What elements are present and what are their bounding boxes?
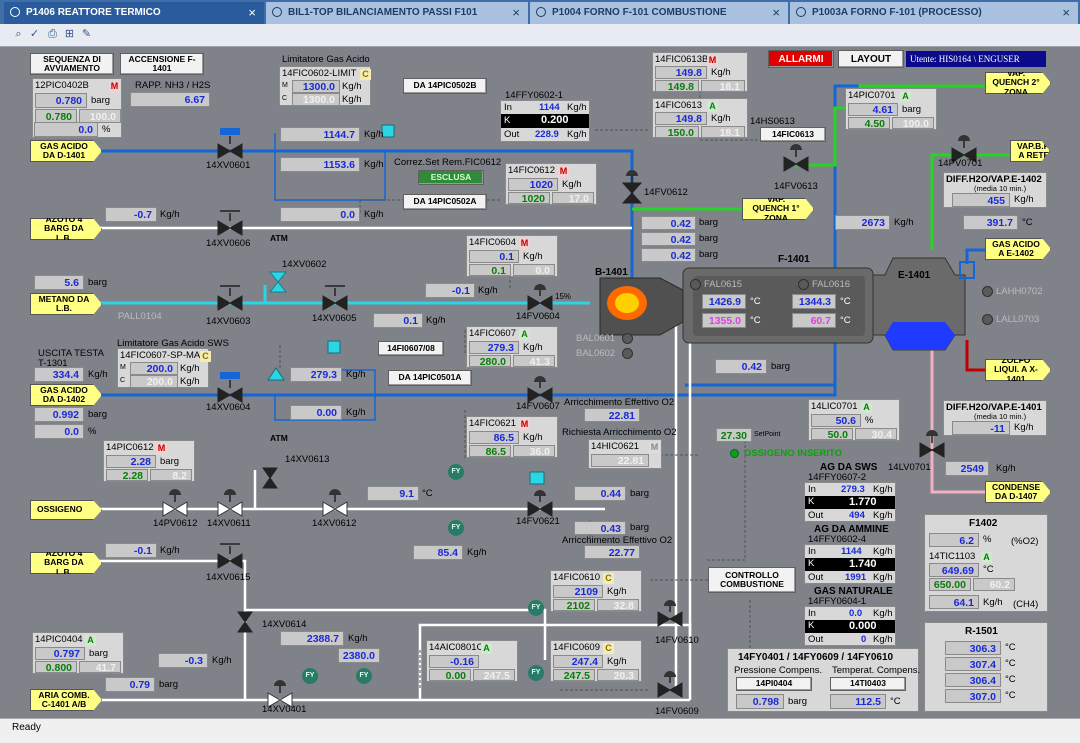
pic0404-faceplate[interactable]: 14PIC0404 A 0.797 barg 0.800 41.7	[32, 632, 124, 674]
fy-icon: FY	[302, 668, 318, 684]
flow-1153: 1153.6	[280, 157, 360, 172]
bal0602-indicator	[622, 348, 633, 359]
fic0613-button[interactable]: 14FIC0613	[760, 127, 826, 142]
bal0601-indicator	[622, 333, 633, 344]
fic0613-faceplate[interactable]: 14FIC0613 A 149.8 Kg/h 150.0 18.1	[652, 98, 748, 139]
aria-callout[interactable]: ARIA COMB. C-1401 A/B	[30, 689, 102, 711]
zolfo-callout[interactable]: ZOLFO LIQUI. A X-1401	[985, 359, 1051, 381]
rapp-label: RAPP. NH3 / H2S	[135, 80, 211, 91]
flow-0: 0.0	[280, 207, 360, 222]
fal0616-indicator	[798, 279, 809, 290]
azoto-callout-1[interactable]: AZOTO 4 BARG DA L.B.	[30, 218, 102, 240]
layout-button[interactable]: LAYOUT	[838, 50, 904, 68]
pic0402b-pct: 0.0	[34, 122, 98, 137]
fic0610-faceplate[interactable]: 14FIC0610 C 2109 Kg/h 2102 32.8	[550, 570, 642, 612]
lic0701-faceplate[interactable]: 14LIC0701 A 50.6 % 50.0 30.4	[808, 399, 900, 441]
fy-icon: FY	[528, 665, 544, 681]
condense-callout[interactable]: CONDENSE DA D-1407	[985, 481, 1051, 503]
fic0621-faceplate[interactable]: 14FIC0621 M 86.5 Kg/h 86.5 36.0	[466, 416, 558, 458]
pic501a-button[interactable]: DA 14PIC0501A	[388, 370, 472, 386]
user-label: Utente: HIS0164 \ ENGUSER	[906, 51, 1046, 67]
fy-icon: FY	[528, 600, 544, 616]
aic0801-faceplate[interactable]: 14AIC0801C A -0.16 0.00 247.5	[426, 640, 518, 682]
gas-naturale-block: In 0.0 Kg/h K 0.000 Out 0 Kg/h	[804, 606, 896, 646]
metano-callout[interactable]: METANO DA L.B.	[30, 293, 102, 315]
diff-e1401: DIFF.H2O/VAP.E-1401 (media 10 min.) -11 …	[943, 400, 1047, 436]
flow-1144: 1144.7	[280, 127, 360, 142]
vap-quench-2-callout[interactable]: VAP. QUENCH 2° ZONA	[985, 72, 1051, 94]
gas-acido-d1401-callout[interactable]: GAS ACIDO DA D-1401	[30, 140, 102, 162]
hic0621-faceplate[interactable]: 14HIC0621 M 22.81	[588, 439, 662, 469]
alarms-button[interactable]: ALLARMI	[768, 50, 834, 68]
ignition-button[interactable]: ACCENSIONE F-1401	[120, 53, 204, 75]
fic0612-faceplate[interactable]: 14FIC0612 M 1020 Kg/h 1020 17.0	[505, 163, 597, 205]
rapp-value: 6.67	[130, 92, 210, 107]
fic0609-faceplate[interactable]: 14FIC0609 C 247.4 Kg/h 247.5 20.3	[550, 640, 642, 682]
fy-icon: FY	[448, 464, 464, 480]
ossigeno-indicator	[730, 449, 739, 458]
limitatore-gas-acido[interactable]: 14FIC0602-LIMIT C M 1300.0 Kg/h C 1300.0…	[279, 66, 371, 106]
diff-e1402: DIFF.H2O/VAP.E-1402 (media 10 min.) 455 …	[943, 172, 1047, 208]
lall-indicator	[982, 314, 993, 325]
compens-panel: 14FY0401 / 14FY0609 / 14FY0610 Pressione…	[727, 648, 920, 712]
r1501-panel: R-1501 306.3 °C 307.4 °C 306.4 °C 307.0 …	[924, 622, 1048, 712]
xv0606-flow: -0.7	[105, 207, 157, 222]
pi0404-button[interactable]: 14PI0404	[736, 677, 812, 691]
fal0615-indicator	[690, 279, 701, 290]
esclusa-button[interactable]: ESCLUSA	[418, 170, 484, 185]
pic0701-faceplate[interactable]: 14PIC0701 A 4.61 barg 4.50 100.0	[845, 88, 937, 130]
fy-icon: FY	[356, 668, 372, 684]
gas-acido-d1402-callout[interactable]: GAS ACIDO DA D-1402	[30, 384, 102, 406]
status-bar: Ready	[0, 718, 1080, 743]
lahh-indicator	[982, 286, 993, 297]
limitatore-sws[interactable]: 14FIC0607-SP-MAX C M 200.0 Kg/h C 200.0 …	[117, 348, 211, 388]
azoto-callout-2[interactable]: AZOTO 4 BARG DA L.B.	[30, 552, 102, 574]
ag-ammine-block: In 1144 Kg/h K 1.740 Out 1991 Kg/h	[804, 544, 896, 584]
controllo-combustione-button[interactable]: CONTROLLO COMBUSTIONE	[708, 567, 796, 593]
fic0607-faceplate[interactable]: 14FIC0607 A 279.3 Kg/h 280.0 41.3	[466, 326, 558, 368]
vap-quench-1-callout[interactable]: VAP. QUENCH 1° ZONA	[742, 198, 814, 220]
sequence-button[interactable]: SEQUENZA DI AVVIAMENTO	[30, 53, 114, 75]
ag-sws-block: In 279.3 Kg/h K 1.770 Out 494 Kg/h	[804, 482, 896, 522]
pic502b-button[interactable]: DA 14PIC0502B	[403, 78, 487, 94]
fi0607-button[interactable]: 14FI0607/08	[378, 341, 444, 356]
fic0604-faceplate[interactable]: 14FIC0604 M 0.1 Kg/h 0.1 0.0	[466, 235, 558, 277]
ti0403-button[interactable]: 14TI0403	[830, 677, 906, 691]
fy-icon: FY	[448, 520, 464, 536]
gas-acido-e1402-callout[interactable]: GAS ACIDO A E-1402	[985, 238, 1051, 260]
fic0613b-faceplate[interactable]: 14FIC0613B M 149.8 Kg/h 149.8 18.1	[652, 52, 748, 93]
pic502a-button[interactable]: DA 14PIC0502A	[403, 194, 487, 210]
f1402-panel: F1402 6.2 % (%O2) 14TIC1103 A 649.69 °C …	[924, 514, 1048, 612]
ossigeno-callout[interactable]: OSSIGENO	[30, 500, 102, 520]
ffy0602-block: In 1144 Kg/h K 0.200 Out 228.9 Kg/h	[500, 100, 590, 142]
pic0612-faceplate[interactable]: 14PIC0612 M 2.28 barg 2.28 8.2	[103, 440, 195, 482]
